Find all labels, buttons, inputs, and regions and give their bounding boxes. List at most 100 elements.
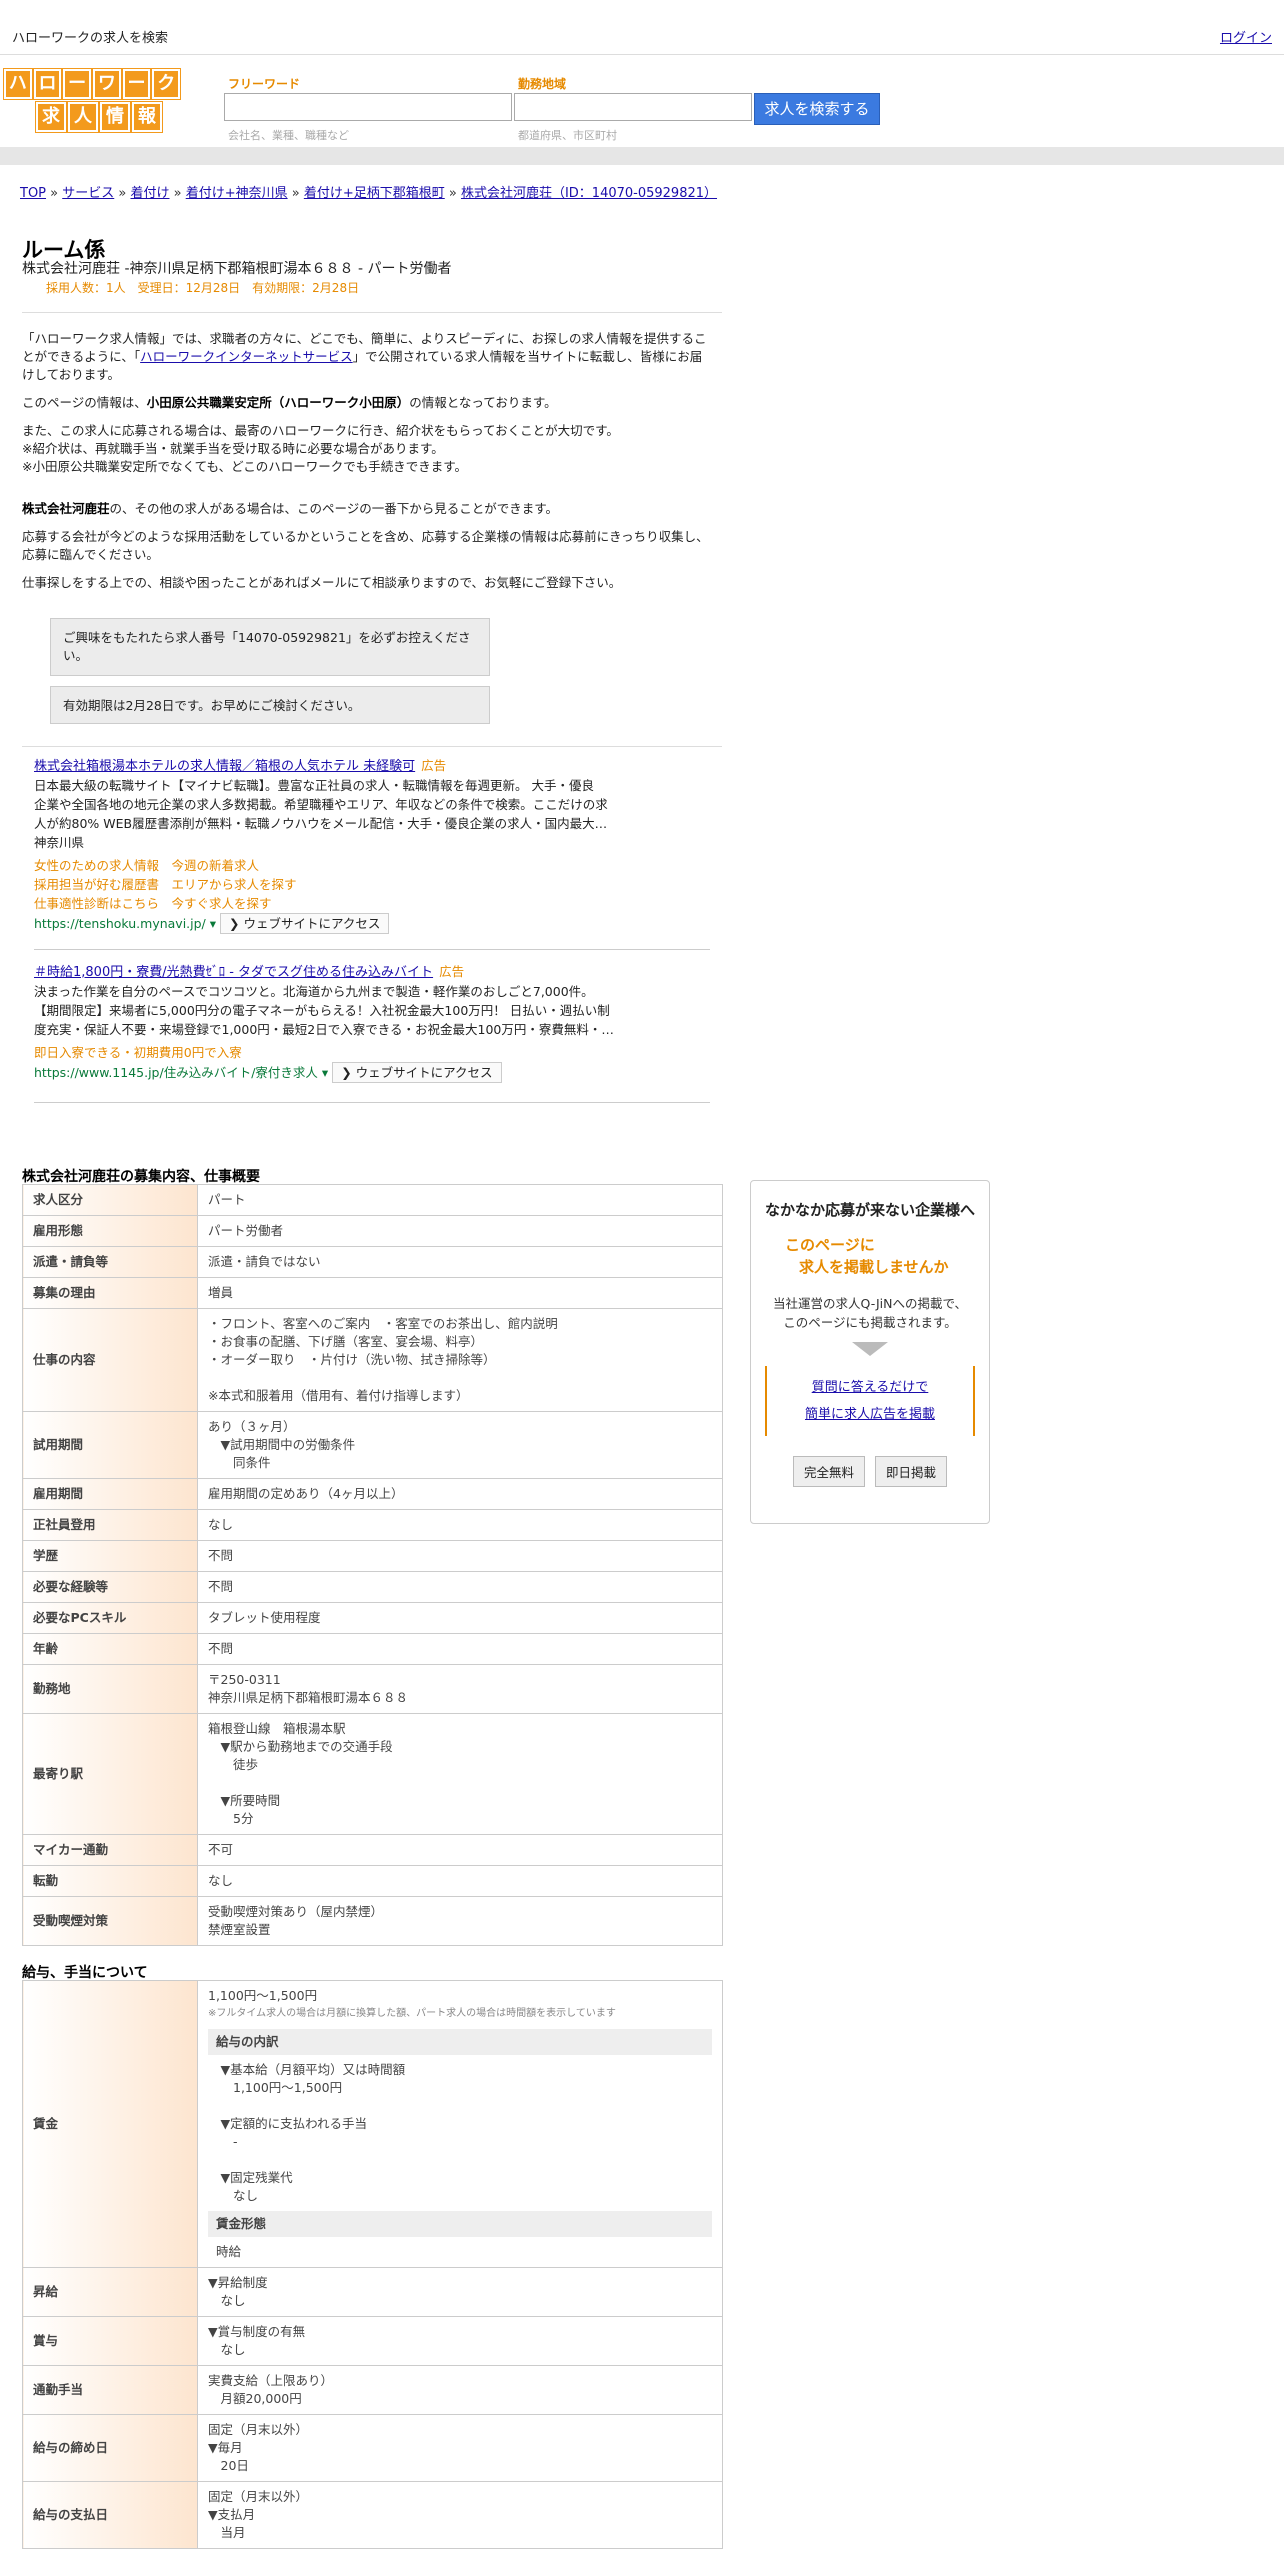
row-value: 固定（月末以外） ▼支払月 当月 [197,2481,723,2549]
table-row: 雇用期間 雇用期間の定めあり（4ヶ月以上） [22,1478,723,1510]
ad-title[interactable]: 株式会社箱根湯本ホテルの求人情報／箱根の人気ホテル 未経験可 [34,759,415,774]
breadcrumb-link[interactable]: TOP [20,186,46,201]
breadcrumb-separator: » [114,186,131,201]
breadcrumb-link[interactable]: 着付け+神奈川県 [186,186,288,201]
ad-block-2: ＃時給1,800円・寮費/光熱費ｾﾞﾛ - タダでスグ住める住み込みバイト 広告 … [34,962,654,1083]
row-value: 受動喫煙対策あり（屋内禁煙） 禁煙室設置 [197,1896,723,1946]
intro-paragraph-5: 応募する会社が今どのような採用活動をしているかということを含め、応募する企業様の… [22,529,709,562]
job-meta: 採用人数：1人 受理日：12月28日 有効期限：2月28日 [46,281,360,295]
ad-url[interactable]: https://www.1145.jp/住み込みバイト/寮付き求人 [34,1065,318,1080]
ad-sitelink[interactable]: 仕事適性診断はこちら 今すぐ求人を探す [34,894,654,913]
ad-block-1: 株式会社箱根湯本ホテルの求人情報／箱根の人気ホテル 未経験可 広告 日本最大級の転… [34,756,654,934]
table-row: 求人区分 パート [22,1184,723,1216]
breadcrumb-link[interactable]: サービス [62,186,114,201]
breadcrumb-separator: » [46,186,63,201]
job-subtitle: 株式会社河鹿荘 -神奈川県足柄下郡箱根町湯本６８８ - パート労働者 [22,261,452,277]
divider [34,949,710,950]
row-key: 給与の支払日 [22,2481,198,2549]
table-row: マイカー通勤 不可 [22,1834,723,1866]
ad-tag: 広告 [439,964,465,979]
header: ハローワーク 求人情報 フリーワード 会社名、業種、職種など 勤務地域 都道府県… [0,55,1284,165]
row-key: 必要な経験等 [22,1571,198,1603]
row-value: 不問 [197,1540,723,1572]
row-value: 1,100円〜1,500円 ※フルタイム求人の場合は月額に換算した額、パート求人… [197,1980,723,2268]
ad-body: 日本最大級の転職サイト【マイナビ転職】。豊富な正社員の求人・転職情報を毎週更新。… [34,778,608,850]
row-value: 増員 [197,1277,723,1309]
ad-tag: 広告 [421,758,447,773]
row-key: 賞与 [22,2316,198,2366]
table-row: 勤務地 〒250-0311 神奈川県足柄下郡箱根町湯本６８８ [22,1664,723,1714]
area-input[interactable] [514,93,752,121]
table-row: 派遣・請負等 派遣・請負ではない [22,1246,723,1278]
breadcrumb-link[interactable]: 着付け+足柄下郡箱根町 [304,186,445,201]
answer-questions-link[interactable]: 質問に答えるだけで [812,1380,929,1395]
divider [22,746,722,747]
free-word-placeholder: 会社名、業種、職種など [228,129,349,142]
ad-access-button[interactable]: ❯ ウェブサイトにアクセス [332,1062,502,1083]
intro-paragraph-3: また、この求人に応募される場合は、最寄のハローワークに行き、紹介状をもらっておく… [22,423,619,474]
row-value: 不問 [197,1571,723,1603]
row-key: 給与の締め日 [22,2414,198,2482]
breadcrumb-link[interactable]: 株式会社河鹿荘（ID：14070-05929821） [461,186,717,201]
row-key: 通勤手当 [22,2365,198,2415]
login-link[interactable]: ログイン [1220,27,1272,46]
free-word-input[interactable] [224,93,512,121]
wage-form-label: 賃金形態 [208,2211,712,2237]
breadcrumb: TOP » サービス » 着付け » 着付け+神奈川県 » 着付け+足柄下郡箱根… [20,182,717,201]
table-row: 賞与 ▼賞与制度の有無 なし [22,2316,723,2366]
logo-char: ー [121,68,152,100]
row-value: 実費支給（上限あり） 月額20,000円 [197,2365,723,2415]
row-key: マイカー通勤 [22,1834,198,1866]
row-value: 箱根登山線 箱根湯本駅 ▼駅から勤務地までの交通手段 徒歩 ▼所要時間 5分 [197,1713,723,1835]
row-value: 派遣・請負ではない [197,1246,723,1278]
breadcrumb-separator: » [287,186,304,201]
row-key: 仕事の内容 [22,1308,198,1412]
site-title: ハローワークの求人を検索 [12,31,169,46]
area-label: 勤務地域 [518,77,567,91]
ad-access-button[interactable]: ❯ ウェブサイトにアクセス [220,913,390,934]
logo-char: ハ [3,68,33,100]
ad-title[interactable]: ＃時給1,800円・寮費/光熱費ｾﾞﾛ - タダでスグ住める住み込みバイト [34,965,433,980]
same-day-button[interactable]: 即日掲載 [875,1456,948,1487]
table-row: 必要な経験等 不問 [22,1571,723,1603]
row-key: 受動喫煙対策 [22,1896,198,1946]
advertise-text: 当社運営の求人Q-JiNへの掲載で、 このページにも掲載されます。 [773,1296,967,1330]
row-key: 最寄り駅 [22,1713,198,1835]
divider [22,312,722,313]
table-row: 必要なPCスキル タブレット使用程度 [22,1602,723,1634]
post-ad-link[interactable]: 簡単に求人広告を掲載 [805,1407,935,1422]
breadcrumb-separator: » [169,186,186,201]
row-value: ▼昇給制度 なし [197,2267,723,2317]
search-button[interactable]: 求人を検索する [754,93,880,125]
row-key: 求人区分 [22,1184,198,1216]
free-button[interactable]: 完全無料 [792,1456,865,1487]
ad-sitelink[interactable]: 女性のための求人情報 今週の新着求人 [34,856,654,875]
logo-char: ワ [92,68,122,100]
row-key: 勤務地 [22,1664,198,1714]
ad-url[interactable]: https://tenshoku.mynavi.jp/ [34,916,206,931]
table-row: 雇用形態 パート労働者 [22,1215,723,1247]
row-key: 雇用形態 [22,1215,198,1247]
salary-table: 賃金 1,100円〜1,500円 ※フルタイム求人の場合は月額に換算した額、パー… [22,1980,723,2549]
intro-paragraph-4: 株式会社河鹿荘の、その他の求人がある場合は、このページの一番下から見ることができ… [22,501,559,516]
row-key: 年齢 [22,1633,198,1665]
table-row: 給与の支払日 固定（月末以外） ▼支払月 当月 [22,2481,723,2549]
row-value: 不問 [197,1633,723,1665]
ad-sitelink[interactable]: 採用担当が好む履歴書 エリアから求人を探す [34,875,654,894]
ad-sitelink[interactable]: 即日入寮できる・初期費用0円で入寮 [34,1043,654,1062]
hellowork-internet-link[interactable]: ハローワークインターネットサービス [140,349,353,364]
table-row: 転勤 なし [22,1865,723,1897]
row-value: 〒250-0311 神奈川県足柄下郡箱根町湯本６８８ [197,1664,723,1714]
logo-char: ク [151,68,182,100]
overview-table: 求人区分 パート 雇用形態 パート労働者 派遣・請負等 派遣・請負ではない 募集の理由 増員仕… [22,1184,723,1946]
breadcrumb-link[interactable]: 着付け [130,186,169,201]
deadline-note: 有効期限は2月28日です。お早めにご検討ください。 [50,686,490,724]
row-key: 募集の理由 [22,1277,198,1309]
row-value: タブレット使用程度 [197,1602,723,1634]
table-row: 最寄り駅 箱根登山線 箱根湯本駅 ▼駅から勤務地までの交通手段 徒歩 ▼所要時間 … [22,1713,723,1835]
row-key: 派遣・請負等 [22,1246,198,1278]
ad-body: 決まった作業を自分のペースでコツコツと。北海道から九州まで製造・軽作業のおしごと… [34,984,614,1037]
row-value: 不可 [197,1834,723,1866]
site-logo[interactable]: ハローワーク 求人情報 [3,68,182,133]
advertise-box: なかなか応募が来ない企業様へ このページに 求人を掲載しませんか 当社運営の求人… [750,1180,990,1524]
